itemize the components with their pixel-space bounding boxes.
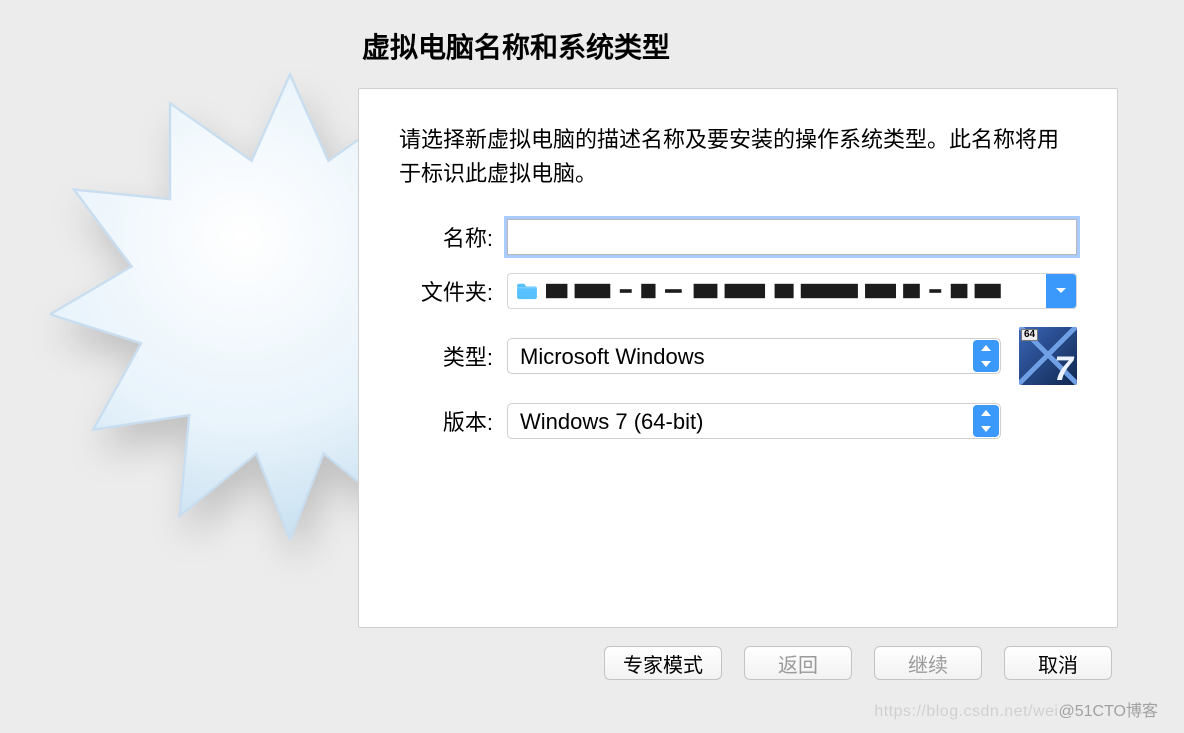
row-type: 类型: Microsoft Windows 64 7 <box>399 327 1077 385</box>
label-folder: 文件夹: <box>399 275 507 307</box>
label-version: 版本: <box>399 405 507 437</box>
dialog-panel: 请选择新虚拟电脑的描述名称及要安装的操作系统类型。此名称将用于标识此虚拟电脑。 … <box>358 88 1118 628</box>
row-version: 版本: Windows 7 (64-bit) <box>399 403 1077 439</box>
expert-mode-button[interactable]: 专家模式 <box>604 646 722 680</box>
folder-dropdown-button[interactable] <box>1046 274 1076 308</box>
os-icon: 64 7 <box>1019 327 1077 385</box>
dialog-description: 请选择新虚拟电脑的描述名称及要安装的操作系统类型。此名称将用于标识此虚拟电脑。 <box>399 123 1077 191</box>
row-name: 名称: <box>399 219 1077 255</box>
os-bits-badge: 64 <box>1021 329 1038 341</box>
dialog-button-bar: 专家模式 返回 继续 取消 <box>358 646 1118 680</box>
os-version-glyph: 7 <box>1054 350 1073 385</box>
row-folder: 文件夹: <box>399 273 1077 309</box>
label-type: 类型: <box>399 340 507 372</box>
folder-icon <box>516 282 538 300</box>
watermark-faint: https://blog.csdn.net/wei <box>874 703 1058 720</box>
watermark-text: @51CTO博客 <box>1058 703 1158 720</box>
folder-select[interactable] <box>507 273 1077 309</box>
folder-path-redacted <box>546 274 1046 308</box>
watermark: https://blog.csdn.net/wei@51CTO博客 <box>874 697 1158 721</box>
continue-button[interactable]: 继续 <box>874 646 982 680</box>
name-input[interactable] <box>507 219 1077 255</box>
new-vm-wizard-dialog: 虚拟电脑名称和系统类型 请选择新虚拟电脑的描述名称及要安装的操作系统类型。此名称… <box>358 20 1118 680</box>
label-name: 名称: <box>399 221 507 253</box>
dialog-title: 虚拟电脑名称和系统类型 <box>362 26 1118 66</box>
version-select[interactable]: Windows 7 (64-bit) <box>507 403 1001 439</box>
type-select[interactable]: Microsoft Windows <box>507 338 1001 374</box>
cancel-button[interactable]: 取消 <box>1004 646 1112 680</box>
back-button[interactable]: 返回 <box>744 646 852 680</box>
